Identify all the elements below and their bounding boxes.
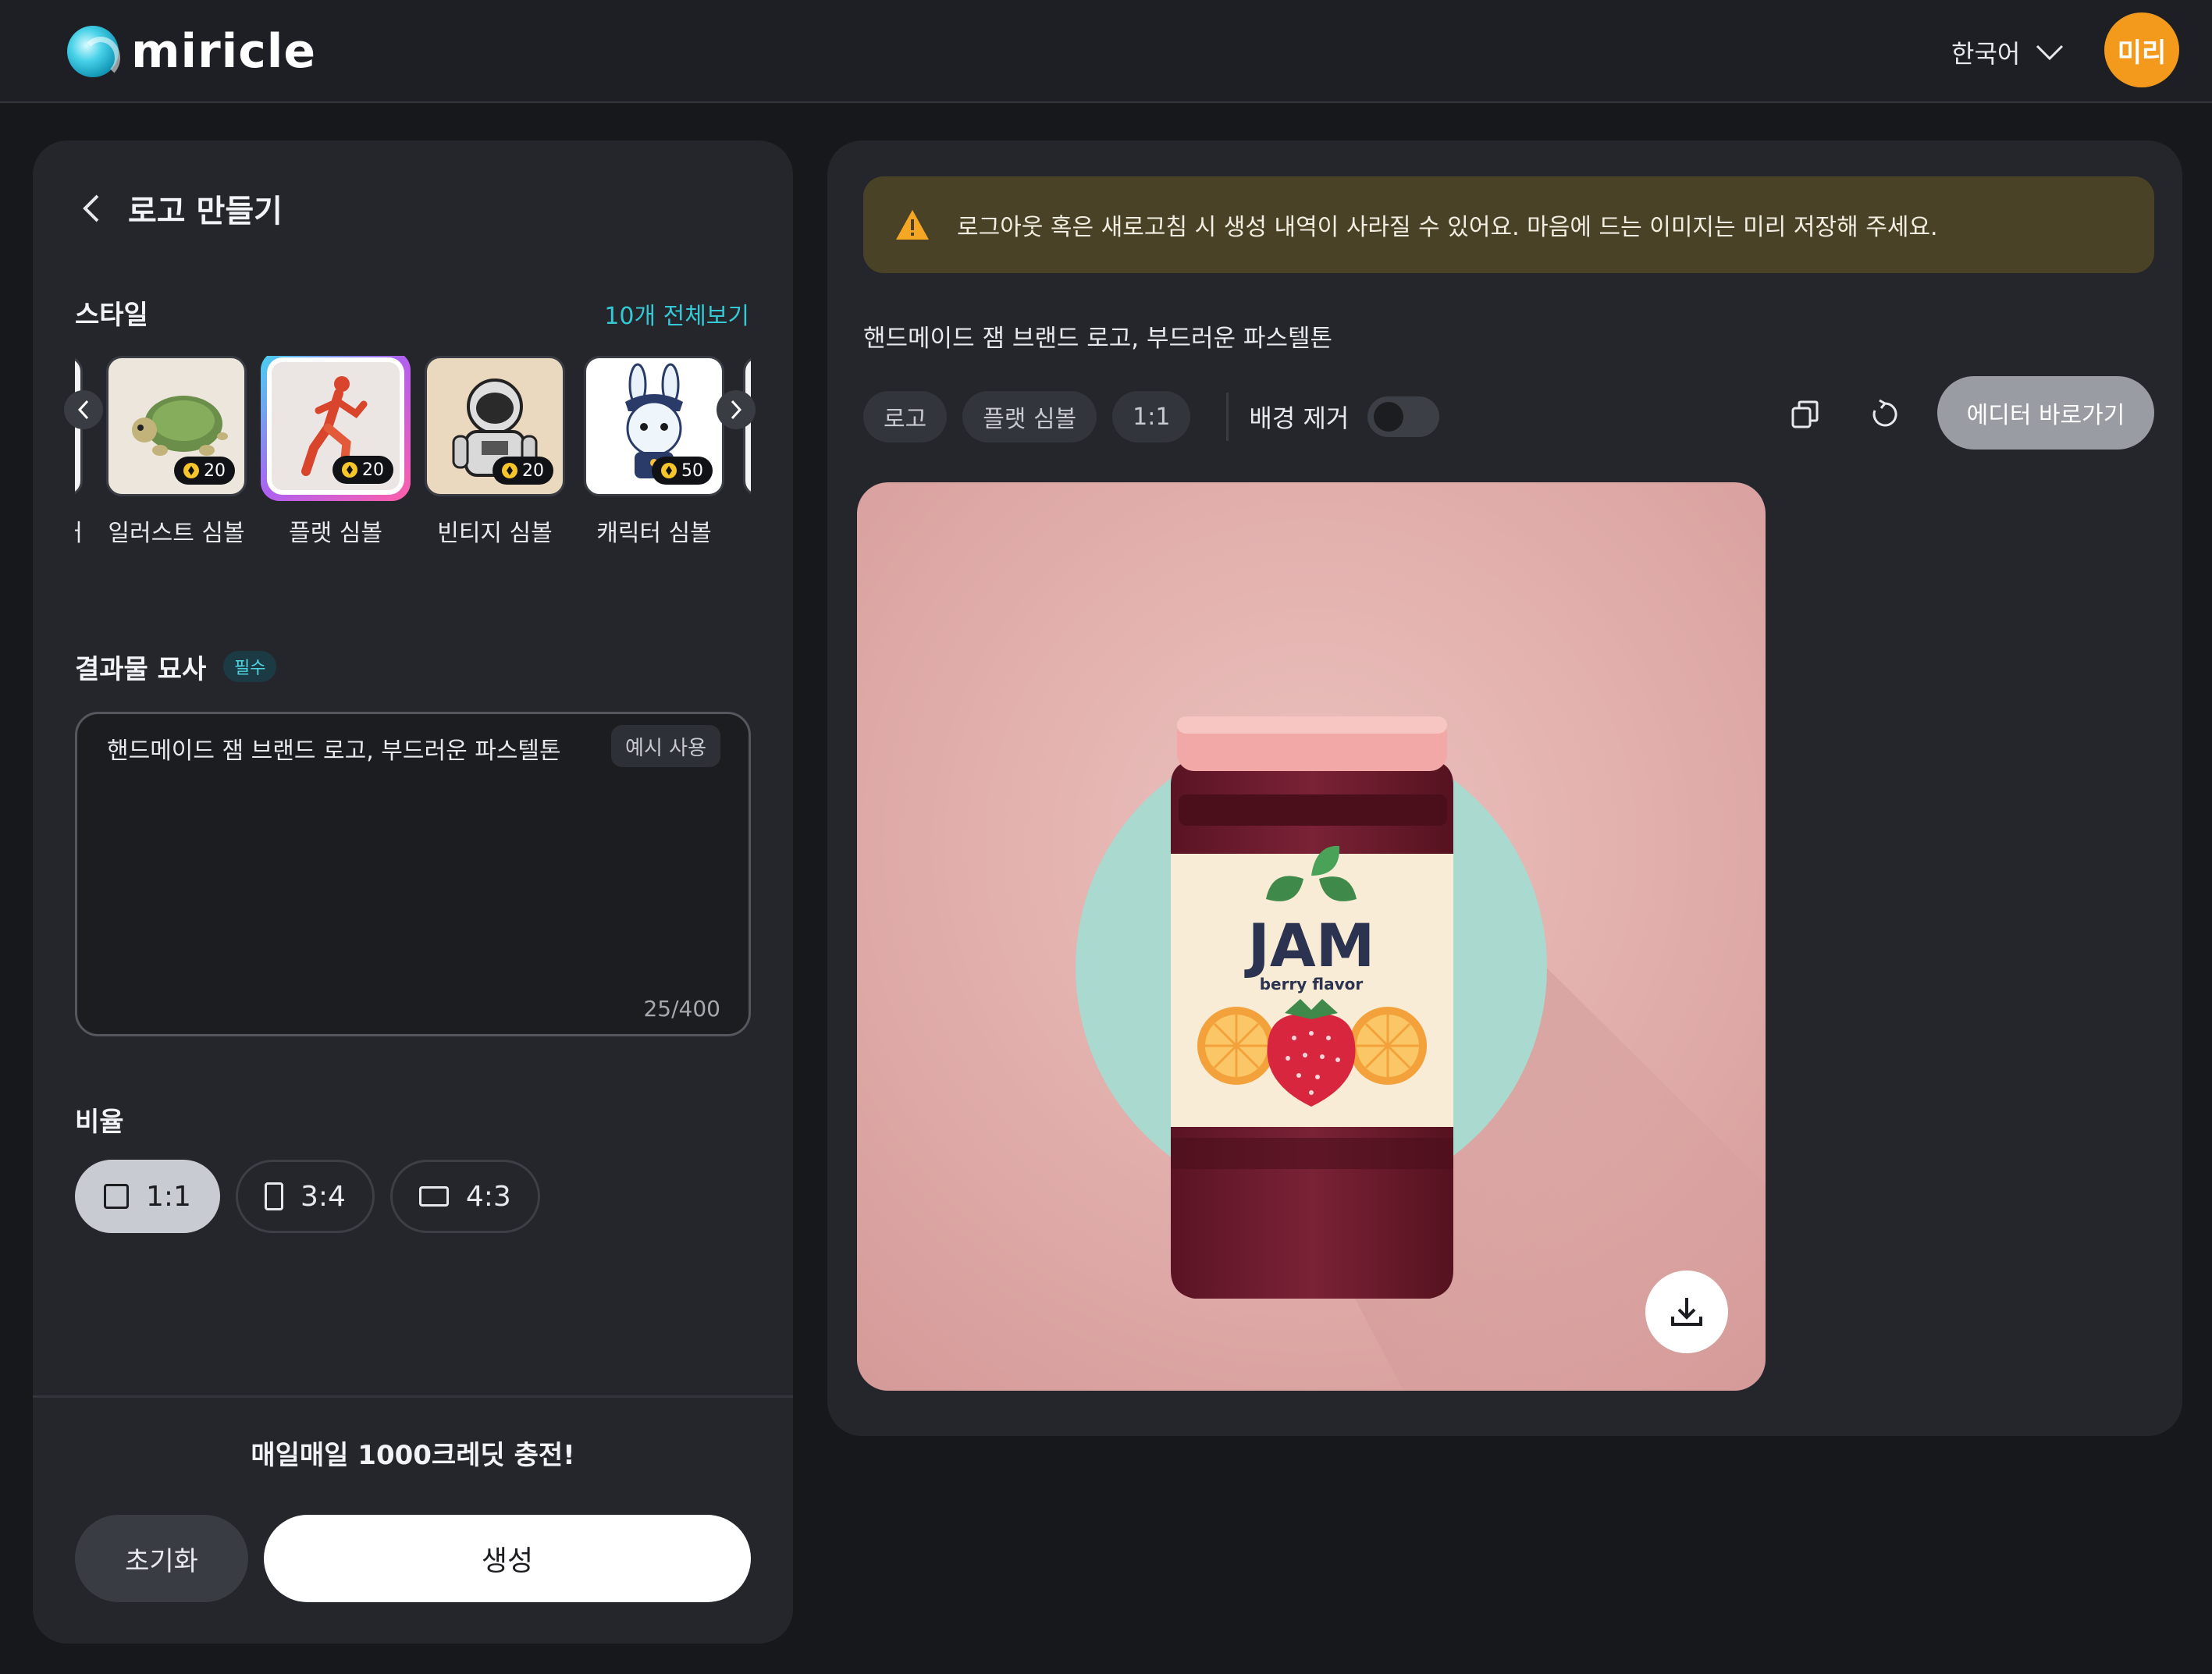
divider [1226,393,1229,441]
language-selector[interactable]: 한국어 [1951,34,2065,70]
bg-remove-label: 배경 제거 [1249,403,1350,433]
style-name: 터 [75,514,83,543]
style-name: 캐릭터 심볼 [596,520,712,543]
regenerate-button[interactable] [1861,390,1909,439]
generated-image[interactable]: JAM berry flavor [857,482,1766,1391]
result-panel: 로그아웃 혹은 새로고침 시 생성 내역이 사라질 수 있어요. 마음에 드는 … [827,140,2182,1436]
chevron-left-icon [77,400,89,420]
credit-badge: 20 [174,457,235,485]
generate-button[interactable]: 생성 [264,1515,751,1602]
logo-create-panel: 로고 만들기 스타일 10개 전체보기 터 [33,140,793,1644]
jam-jar-illustration: JAM berry flavor [1076,716,1766,1391]
square-icon [104,1184,129,1209]
description-textarea[interactable]: 핸드메이드 잼 브랜드 로고, 부드러운 파스텔톤 예시 사용 25/400 [75,712,751,1036]
landscape-icon [418,1186,449,1207]
result-tags: 로고 플랫 심볼 1:1 배경 제거 [863,386,1440,448]
see-all-styles-link[interactable]: 10개 전체보기 [604,297,749,331]
brand-logo[interactable]: miricle [67,24,317,79]
ratio-options: 1:1 3:4 4:3 [75,1160,540,1233]
notice-text: 로그아웃 혹은 새로고침 시 생성 내역이 사라질 수 있어요. 마음에 드는 … [957,214,1938,241]
credit-badge: 20 [493,457,553,485]
chevron-down-icon [2034,37,2065,68]
jar-subtitle: berry flavor [1260,975,1364,993]
character-counter: 25/400 [643,996,720,1022]
coin-icon [183,463,199,478]
download-button[interactable] [1645,1271,1728,1353]
style-thumb: 20 [106,356,247,496]
warning-notice: 로그아웃 혹은 새로고침 시 생성 내역이 사라질 수 있어요. 마음에 드는 … [863,176,2154,273]
reset-button[interactable]: 초기화 [75,1515,248,1602]
style-section-label: 스타일 [75,300,148,331]
copy-button[interactable] [1781,390,1830,439]
style-card-vintage[interactable]: 20 빈티지 심볼 [425,356,565,543]
download-icon [1671,1298,1702,1326]
tag-style: 플랫 심볼 [962,391,1097,442]
description-section-label: 결과물 묘사 [75,654,207,685]
back-arrow-icon[interactable] [75,191,109,226]
description-value: 핸드메이드 잼 브랜드 로고, 부드러운 파스텔톤 [107,737,561,765]
warning-icon [896,210,929,240]
go-to-editor-button[interactable]: 에디터 바로가기 [1937,376,2154,450]
style-name: 빈티지 심볼 [437,520,553,543]
avatar-text: 미리 [2117,37,2167,69]
ratio-1-1-button[interactable]: 1:1 [75,1160,220,1233]
portrait-icon [264,1182,283,1210]
style-card-character[interactable]: 50 캐릭터 심볼 [584,356,724,543]
top-bar: miricle 한국어 미리 [0,0,2212,103]
coin-icon [342,462,357,478]
carousel-next-button[interactable] [717,390,756,429]
jar-title: JAM [1244,911,1375,980]
refresh-icon [1872,399,1897,427]
style-card-flat[interactable]: 20 플랫 심볼 [261,356,411,543]
chevron-right-icon [731,400,742,420]
style-card-partial-left[interactable]: 터 [75,356,83,543]
copy-icon [1791,400,1819,428]
result-prompt: 핸드메이드 잼 브랜드 로고, 부드러운 파스텔톤 [863,325,1333,353]
style-card-illustration[interactable]: 20 일러스트 심볼 [106,356,247,543]
brand-logo-icon [67,26,120,79]
style-name: 플랫 심볼 [289,520,382,543]
style-name: 일러스트 심볼 [108,520,245,543]
toggle-knob [1374,402,1404,432]
coin-icon [661,463,677,478]
use-example-button[interactable]: 예시 사용 [611,725,720,767]
ratio-3-4-button[interactable]: 3:4 [235,1160,375,1233]
ratio-4-3-button[interactable]: 4:3 [389,1160,540,1233]
language-label: 한국어 [1951,39,2021,69]
panel-footer: 매일매일 1000크레딧 충전! 초기화 생성 [33,1395,793,1644]
bg-remove-toggle[interactable] [1367,396,1440,437]
style-thumb: 20 [425,356,565,496]
coin-icon [502,463,517,478]
avatar[interactable]: 미리 [2104,12,2179,87]
style-thumb: 50 [584,356,724,496]
required-badge: 필수 [223,651,277,682]
brand-name: miricle [131,24,317,79]
ratio-section-label: 비율 [75,1107,124,1138]
tag-type: 로고 [863,391,948,442]
panel-header: 로고 만들기 [75,186,283,231]
credit-badge: 50 [652,457,713,485]
credit-badge: 20 [333,456,393,484]
daily-credit-promo: 매일매일 1000크레딧 충전! [251,1440,575,1471]
tag-ratio: 1:1 [1112,391,1191,442]
panel-title: 로고 만들기 [128,194,283,229]
carousel-prev-button[interactable] [64,390,103,429]
style-carousel: 터 20 일러스트 심볼 [75,356,751,543]
